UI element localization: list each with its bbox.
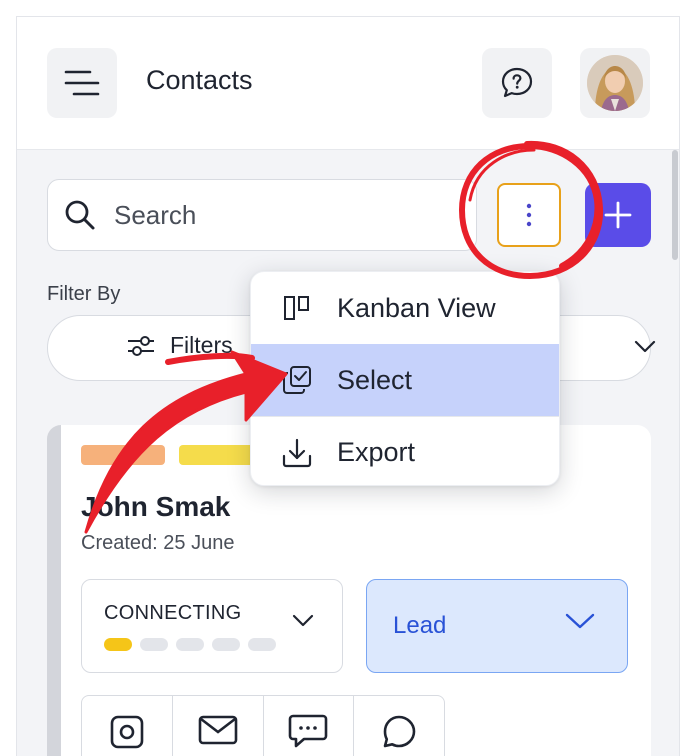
page-title: Contacts	[146, 65, 253, 95]
more-options-button[interactable]	[497, 183, 561, 247]
chevron-down-icon	[292, 614, 314, 627]
filters-button[interactable]: Filters	[126, 332, 233, 359]
hamburger-icon	[64, 70, 100, 96]
search-icon	[62, 197, 98, 233]
progress-step	[104, 638, 132, 651]
email-button[interactable]	[173, 696, 264, 756]
add-contact-button[interactable]	[585, 183, 651, 247]
top-header: Contacts	[17, 17, 679, 150]
select-icon	[281, 364, 313, 396]
kanban-icon	[281, 292, 313, 324]
contact-name[interactable]: John Smak	[81, 491, 230, 523]
stage-label: Lead	[393, 612, 447, 639]
filter-by-label: Filter By	[47, 283, 121, 305]
avatar	[587, 55, 643, 111]
sliders-icon	[128, 335, 154, 356]
menu-item-select[interactable]: Select	[251, 344, 559, 416]
chevron-down-icon	[565, 613, 595, 629]
hamburger-menu-button[interactable]	[47, 48, 117, 118]
help-chat-button[interactable]	[482, 48, 552, 118]
tag-orange	[81, 445, 165, 465]
status-dropdown[interactable]: CONNECTING	[81, 579, 343, 673]
sms-button[interactable]	[264, 696, 355, 756]
filters-label: Filters	[170, 332, 233, 358]
mail-icon	[198, 715, 237, 745]
download-icon	[281, 437, 313, 469]
message-icon	[289, 714, 328, 748]
progress-step	[248, 638, 276, 651]
plus-icon	[604, 201, 632, 229]
options-menu: Kanban View Select Export	[250, 271, 560, 486]
progress-step	[176, 638, 204, 651]
kebab-icon	[526, 203, 532, 227]
menu-item-label: Kanban View	[337, 292, 496, 323]
created-date: Created: 25 June	[81, 532, 235, 554]
progress-step	[212, 638, 240, 651]
progress-step	[140, 638, 168, 651]
chevron-down-icon[interactable]	[634, 340, 656, 354]
menu-item-label: Select	[337, 364, 413, 395]
search-input[interactable]: Search	[47, 179, 477, 251]
stage-dropdown[interactable]: Lead	[366, 579, 628, 673]
search-placeholder: Search	[114, 199, 197, 230]
whatsapp-icon	[383, 715, 416, 748]
contact-actions	[81, 695, 445, 756]
menu-item-export[interactable]: Export	[251, 416, 559, 485]
whatsapp-button[interactable]	[354, 696, 444, 756]
status-label: CONNECTING	[104, 602, 242, 624]
menu-item-label: Export	[337, 437, 416, 467]
status-progress	[104, 638, 276, 651]
menu-item-kanban-view[interactable]: Kanban View	[251, 272, 559, 344]
scrollbar-thumb[interactable]	[672, 150, 678, 260]
chat-help-icon	[501, 67, 533, 98]
profile-button[interactable]	[580, 48, 650, 118]
instagram-button[interactable]	[82, 696, 173, 756]
instagram-icon	[110, 715, 144, 749]
